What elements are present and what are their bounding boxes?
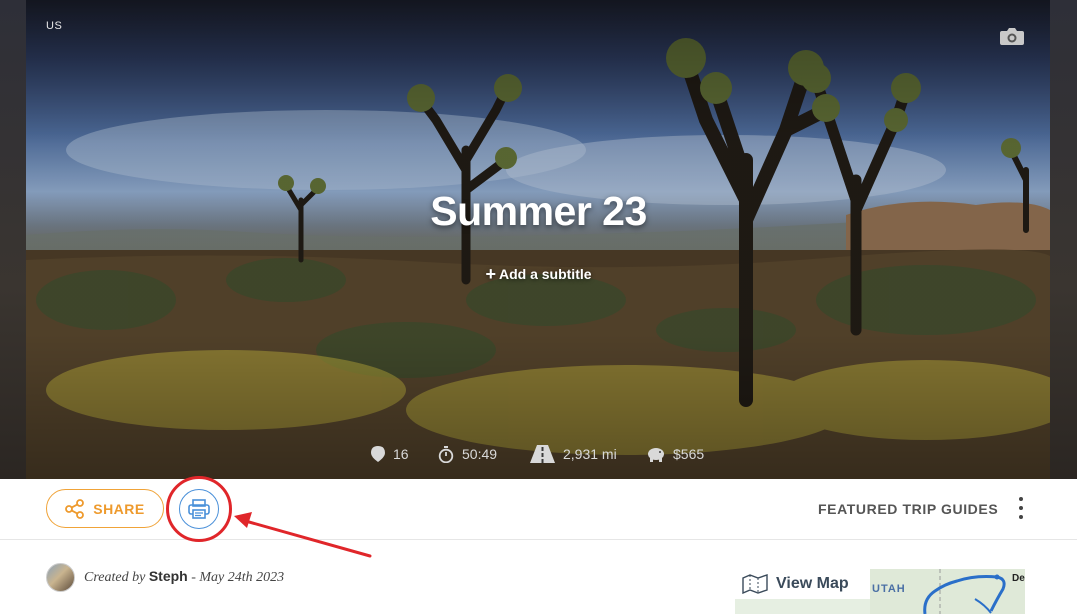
stat-duration: 50:49 <box>438 443 497 465</box>
map-edge-label: De <box>1012 573 1025 584</box>
piggy-bank-icon <box>648 448 664 462</box>
timer-icon <box>438 445 454 463</box>
add-subtitle-label: Add a subtitle <box>498 266 592 282</box>
hero-blur-right <box>1050 0 1077 479</box>
stat-duration-value: 50:49 <box>462 446 498 462</box>
featured-trip-guides-link[interactable]: FEATURED TRIP GUIDES <box>818 501 998 517</box>
created-date: - May 24th 2023 <box>191 570 285 585</box>
stat-places-value: 16 <box>393 446 409 462</box>
hero-overlay <box>26 0 1050 479</box>
trip-title[interactable]: Summer 23 <box>0 188 1077 235</box>
cover-photo[interactable] <box>26 0 1050 479</box>
author-name[interactable]: Steph <box>149 568 188 584</box>
stat-budget: $565 <box>647 443 704 465</box>
stat-distance-value: 2,931 mi <box>563 446 617 462</box>
share-icon <box>65 498 85 519</box>
share-label: SHARE <box>93 500 145 517</box>
hero-blur-left <box>0 0 26 479</box>
kebab-icon[interactable] <box>1014 497 1028 519</box>
view-map-label: View Map <box>776 575 849 592</box>
stat-places: 16 <box>371 443 409 465</box>
pin-icon <box>371 446 385 462</box>
avatar[interactable] <box>46 562 75 592</box>
trip-toolbar: SHARE FEATURED TRIP GUIDES <box>0 476 1077 542</box>
camera-icon[interactable] <box>999 26 1025 46</box>
add-subtitle-button[interactable]: + Add a subtitle <box>0 264 1077 285</box>
created-prefix: Created by <box>84 570 146 585</box>
map-state-label: UTAH <box>872 583 906 595</box>
annotation-arrow <box>234 512 372 558</box>
created-by-text: Created by Steph - May 24th 2023 <box>84 568 284 586</box>
created-by: Created by Steph - May 24th 2023 <box>46 562 284 592</box>
trip-stats: 16 50:49 2,931 mi $565 <box>0 443 1077 465</box>
plus-icon: + <box>485 264 496 284</box>
share-button[interactable]: SHARE <box>46 489 164 528</box>
annotation-circle <box>166 476 232 542</box>
trip-country: US <box>46 20 63 32</box>
stat-budget-value: $565 <box>673 446 705 462</box>
stat-distance: 2,931 mi <box>530 443 617 465</box>
road-icon <box>530 445 555 463</box>
map-icon <box>742 574 768 594</box>
view-map-button[interactable]: View Map <box>735 569 870 599</box>
hero-banner: US Summer 23 + Add a subtitle 16 50:49 2… <box>0 0 1077 479</box>
